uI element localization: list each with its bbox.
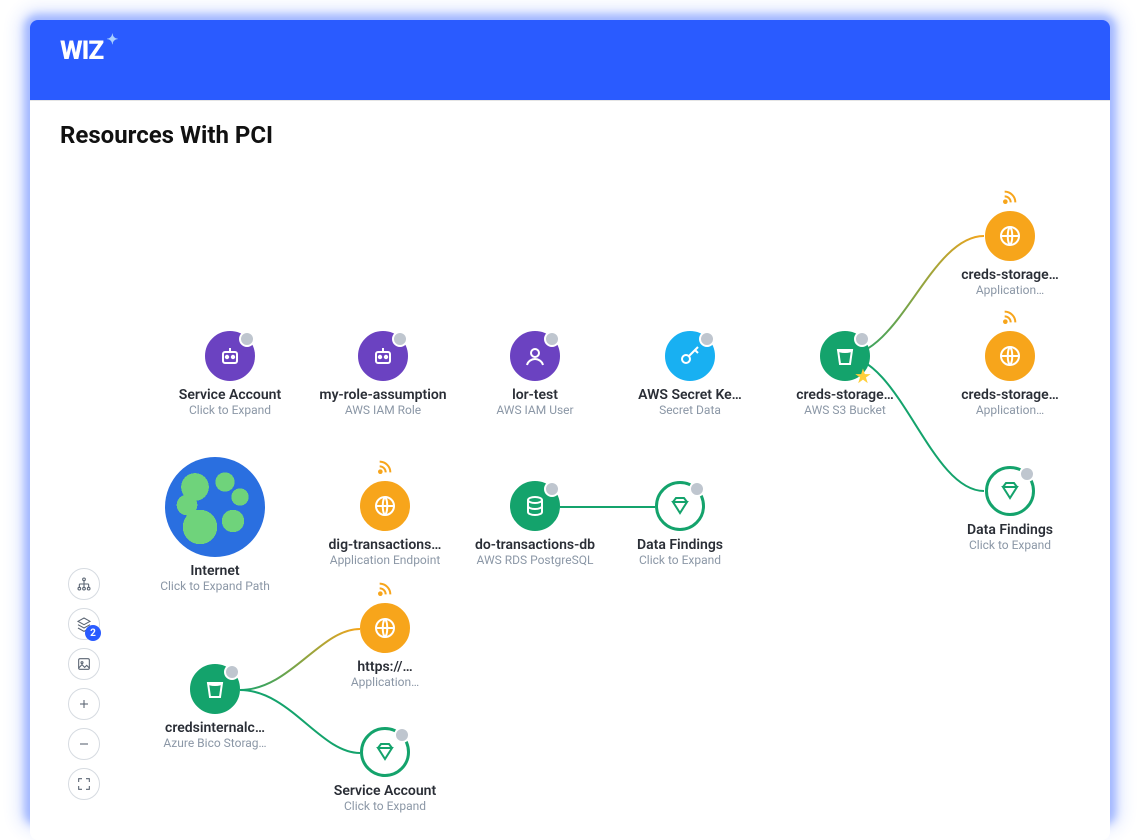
zoom-out-button[interactable] [68, 728, 100, 760]
node-label: https://… [310, 659, 460, 675]
header: WIZ ✦ [30, 20, 1110, 82]
sparkle-icon: ✦ [107, 32, 118, 48]
node-label: Service Account [155, 387, 305, 403]
database-icon [510, 481, 560, 531]
node-label: Internet [140, 563, 290, 579]
image-button[interactable] [68, 648, 100, 680]
earth-icon [165, 457, 265, 557]
node-dig-transactions[interactable]: dig-transactions… Application Endpoint [310, 481, 460, 567]
graph-toolbar: 2 [68, 568, 104, 800]
node-do-transactions-db[interactable]: do-transactions-db AWS RDS PostgreSQL [460, 481, 610, 567]
node-sublabel: Application… [310, 675, 460, 689]
node-data-findings-1[interactable]: Data Findings Click to Expand [935, 466, 1085, 552]
node-label: creds-storage… [935, 387, 1085, 403]
rss-icon [377, 581, 393, 601]
wiz-logo: WIZ ✦ [60, 36, 103, 66]
robot-icon [205, 331, 255, 381]
node-service-account-2[interactable]: Service Account Click to Expand [310, 727, 460, 813]
globe-icon [360, 603, 410, 653]
node-sublabel: Click to Expand [155, 403, 305, 417]
node-azure-storage[interactable]: credsinternalc… Azure Bico Storag… [140, 664, 290, 750]
node-sublabel: Application… [935, 403, 1085, 417]
node-label: Data Findings [935, 522, 1085, 538]
node-internet[interactable]: Internet Click to Expand Path [140, 457, 290, 593]
node-sublabel: Click to Expand [605, 553, 755, 567]
node-label: creds-storage… [770, 387, 920, 403]
rss-icon [377, 459, 393, 479]
node-label: dig-transactions… [310, 537, 460, 553]
node-label: Data Findings [605, 537, 755, 553]
node-sublabel: Click to Expand [935, 538, 1085, 552]
page-title: Resources With PCI [30, 101, 1110, 149]
node-data-findings-2[interactable]: Data Findings Click to Expand [605, 481, 755, 567]
node-creds-storage-app-1[interactable]: creds-storage… Application… [935, 211, 1085, 297]
rss-icon [1002, 309, 1018, 329]
rss-icon [1002, 189, 1018, 209]
key-icon [665, 331, 715, 381]
star-icon: ★ [853, 364, 873, 384]
node-label: Service Account [310, 783, 460, 799]
node-label: lor-test [460, 387, 610, 403]
node-sublabel: Click to Expand [310, 799, 460, 813]
globe-icon [985, 211, 1035, 261]
wiz-logo-text: WIZ [60, 36, 103, 66]
globe-icon [985, 331, 1035, 381]
node-creds-storage-bucket[interactable]: ★ creds-storage… AWS S3 Bucket [770, 331, 920, 417]
layers-badge: 2 [85, 625, 101, 641]
node-label: creds-storage… [935, 267, 1085, 283]
node-sublabel: AWS RDS PostgreSQL [460, 553, 610, 567]
diamond-icon [655, 481, 705, 531]
layers-button[interactable]: 2 [68, 608, 100, 640]
node-sublabel: Application Endpoint [310, 553, 460, 567]
node-lor-test[interactable]: lor-test AWS IAM User [460, 331, 610, 417]
node-label: do-transactions-db [460, 537, 610, 553]
user-icon [510, 331, 560, 381]
node-creds-storage-app-2[interactable]: creds-storage… Application… [935, 331, 1085, 417]
node-https-endpoint[interactable]: https://… Application… [310, 603, 460, 689]
bucket-icon [190, 664, 240, 714]
diamond-icon [985, 466, 1035, 516]
node-sublabel: Secret Data [615, 403, 765, 417]
panel: Resources With PCI [30, 100, 1110, 840]
robot-icon [358, 331, 408, 381]
graph-canvas[interactable]: Service Account Click to Expand my-role-… [30, 161, 1110, 831]
node-service-account-1[interactable]: Service Account Click to Expand [155, 331, 305, 417]
diamond-icon [360, 727, 410, 777]
node-sublabel: Application… [935, 283, 1085, 297]
node-label: my-role-assumption [308, 387, 458, 403]
node-aws-secret-key[interactable]: AWS Secret Ke… Secret Data [615, 331, 765, 417]
hierarchy-button[interactable] [68, 568, 100, 600]
node-sublabel: AWS IAM Role [308, 403, 458, 417]
node-sublabel: Click to Expand Path [140, 579, 290, 593]
node-sublabel: Azure Bico Storag… [140, 736, 290, 750]
node-my-role-assumption[interactable]: my-role-assumption AWS IAM Role [308, 331, 458, 417]
app-frame: WIZ ✦ Resources With PCI [30, 20, 1110, 820]
node-label: AWS Secret Ke… [615, 387, 765, 403]
fullscreen-button[interactable] [68, 768, 100, 800]
globe-icon [360, 481, 410, 531]
node-sublabel: AWS S3 Bucket [770, 403, 920, 417]
node-sublabel: AWS IAM User [460, 403, 610, 417]
bucket-icon: ★ [820, 331, 870, 381]
zoom-in-button[interactable] [68, 688, 100, 720]
node-label: credsinternalc… [140, 720, 290, 736]
